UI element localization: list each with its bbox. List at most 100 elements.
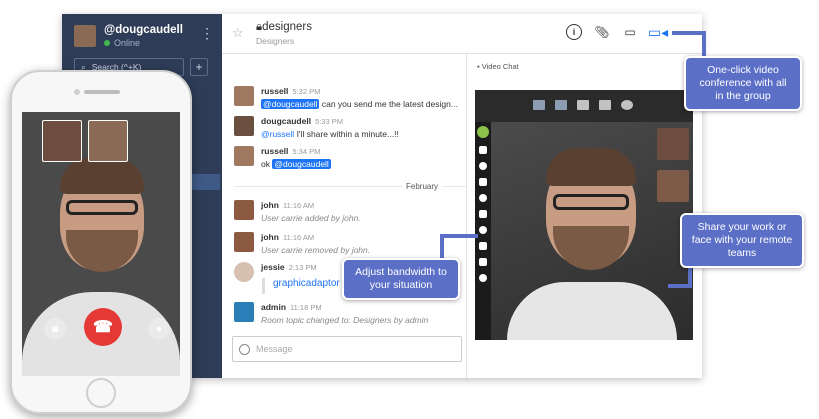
avatar bbox=[234, 232, 254, 252]
avatar bbox=[234, 262, 254, 282]
video-chat-panel: ▪ Video Chat bbox=[466, 54, 702, 378]
system-message: Room topic changed to: Designers by admi… bbox=[261, 315, 429, 325]
add-button[interactable]: + bbox=[190, 58, 208, 76]
online-dot bbox=[104, 40, 110, 46]
star-icon[interactable]: ☆ bbox=[232, 25, 244, 41]
phone-screen: ◙ ☎︎ ● bbox=[22, 112, 180, 376]
mute-mic-icon[interactable] bbox=[533, 100, 545, 110]
room-name: designers bbox=[262, 21, 312, 33]
avatar bbox=[234, 302, 254, 322]
system-message: User carrie added by john. bbox=[261, 213, 361, 223]
phone: ◙ ☎︎ ● bbox=[10, 70, 192, 414]
message-user: john 11:16 AM bbox=[261, 232, 315, 242]
microphone-icon[interactable]: ● bbox=[148, 318, 170, 340]
home-button[interactable] bbox=[86, 378, 116, 408]
room-title: 🔒︎designers Designers bbox=[256, 21, 312, 46]
info-icon[interactable] bbox=[479, 162, 487, 170]
quality-icon[interactable] bbox=[621, 100, 633, 110]
room-header: ☆ 🔒︎designers Designers i 📎︎ ▭ ▭◂ bbox=[222, 14, 702, 54]
play-icon[interactable] bbox=[479, 194, 487, 202]
video-frame bbox=[475, 90, 693, 340]
info-icon[interactable]: i bbox=[566, 24, 582, 40]
mention[interactable]: @russell bbox=[261, 129, 294, 139]
message-user: dougcaudell 5:33 PM bbox=[261, 116, 343, 126]
user-profile[interactable]: @dougcaudell Online bbox=[74, 24, 183, 48]
message-list: russell 5:32 PM @dougcaudell can you send… bbox=[222, 54, 466, 378]
paperclip-icon[interactable]: 📎︎ bbox=[594, 24, 610, 40]
message: admin 11:18 PM Room topic changed to: Des… bbox=[234, 302, 428, 325]
avatar bbox=[74, 25, 96, 47]
video-icon[interactable]: ▭◂ bbox=[648, 24, 668, 40]
message-input[interactable]: Message bbox=[232, 336, 462, 362]
message: john 11:16 AM User carrie removed by john… bbox=[234, 232, 370, 255]
message-user: russell 5:32 PM bbox=[261, 86, 321, 96]
video-panel-title: ▪ Video Chat bbox=[477, 62, 519, 71]
screen-share-icon[interactable] bbox=[577, 100, 589, 110]
person-glasses bbox=[553, 194, 629, 210]
message: russell 5:32 PM @dougcaudell can you send… bbox=[234, 86, 458, 109]
phone-hangup-icon[interactable]: ☎︎ bbox=[84, 308, 122, 346]
message: russell 5:34 PM ok @dougcaudell bbox=[234, 146, 331, 169]
avatar bbox=[234, 116, 254, 136]
person-beard bbox=[66, 230, 138, 272]
video-side-rail bbox=[475, 122, 491, 340]
callout-arrow bbox=[672, 31, 704, 35]
mention[interactable]: @dougcaudell bbox=[261, 99, 320, 109]
kebab-menu-icon[interactable]: ⋮ bbox=[200, 26, 214, 40]
callout-arrow bbox=[440, 234, 478, 238]
person-hair bbox=[60, 158, 144, 194]
message-user: jessie 2:13 PM bbox=[261, 262, 317, 272]
person-hair bbox=[546, 148, 636, 186]
message-placeholder: Message bbox=[256, 344, 293, 354]
file-icon[interactable] bbox=[479, 210, 487, 218]
status-label: Online bbox=[114, 38, 141, 48]
phone-camera bbox=[74, 89, 80, 95]
room-subtitle: Designers bbox=[256, 36, 295, 46]
participants-icon[interactable] bbox=[479, 146, 487, 154]
avatar bbox=[234, 200, 254, 220]
mention[interactable]: @dougcaudell bbox=[272, 159, 331, 169]
system-message: User carrie removed by john. bbox=[261, 245, 371, 255]
emoji-icon[interactable] bbox=[239, 343, 250, 355]
camera-icon[interactable]: ◙ bbox=[44, 318, 66, 340]
message: dougcaudell 5:33 PM @russell I'll share w… bbox=[234, 116, 399, 139]
message-user: admin 11:18 PM bbox=[261, 302, 322, 312]
message-user: john 11:16 AM bbox=[261, 200, 315, 210]
video-feed bbox=[491, 122, 693, 340]
record-icon[interactable] bbox=[479, 226, 487, 234]
participant-thumbnail[interactable] bbox=[657, 128, 689, 160]
camera-off-icon[interactable] bbox=[555, 100, 567, 110]
stage: @dougcaudell Online ⋮ ⌕ Search (^+K) + ☆… bbox=[0, 0, 819, 419]
hand-icon[interactable] bbox=[479, 258, 487, 266]
file-icon[interactable]: ▭ bbox=[622, 24, 638, 40]
participant-thumbnail[interactable] bbox=[657, 170, 689, 202]
message-user: russell 5:34 PM bbox=[261, 146, 321, 156]
settings-gear-icon[interactable] bbox=[479, 242, 487, 250]
person-glasses bbox=[66, 200, 138, 215]
day-divider: February bbox=[402, 182, 443, 191]
participant-thumbnail[interactable] bbox=[42, 120, 82, 162]
person-shirt bbox=[507, 282, 677, 340]
video-toolbar bbox=[475, 90, 693, 122]
avatar[interactable] bbox=[477, 126, 489, 138]
callout-bandwidth: Adjust bandwidth to your situation bbox=[342, 258, 460, 301]
callout-arrow bbox=[702, 31, 706, 59]
message: john 11:16 AM User carrie added by john. bbox=[234, 200, 361, 223]
callout-share: Share your work or face with your remote… bbox=[680, 213, 804, 269]
phone-earpiece bbox=[84, 90, 120, 94]
callout-video: One-click video conference with all in t… bbox=[684, 56, 802, 112]
person-beard bbox=[553, 226, 629, 270]
status: Online bbox=[104, 38, 183, 48]
message-text: ok @dougcaudell bbox=[261, 159, 331, 169]
avatar bbox=[234, 86, 254, 106]
file-link[interactable]: graphicadaptor bbox=[262, 278, 340, 294]
chat-icon[interactable] bbox=[479, 178, 487, 186]
avatar bbox=[234, 146, 254, 166]
header-actions: i 📎︎ ▭ ▭◂ bbox=[566, 24, 668, 40]
username: @dougcaudell bbox=[104, 24, 183, 36]
message-text: @dougcaudell can you send me the latest … bbox=[261, 99, 458, 109]
eye-icon[interactable] bbox=[479, 274, 487, 282]
message-text: @russell I'll share within a minute...!! bbox=[261, 129, 399, 139]
fullscreen-icon[interactable] bbox=[599, 100, 611, 110]
participant-thumbnail[interactable] bbox=[88, 120, 128, 162]
